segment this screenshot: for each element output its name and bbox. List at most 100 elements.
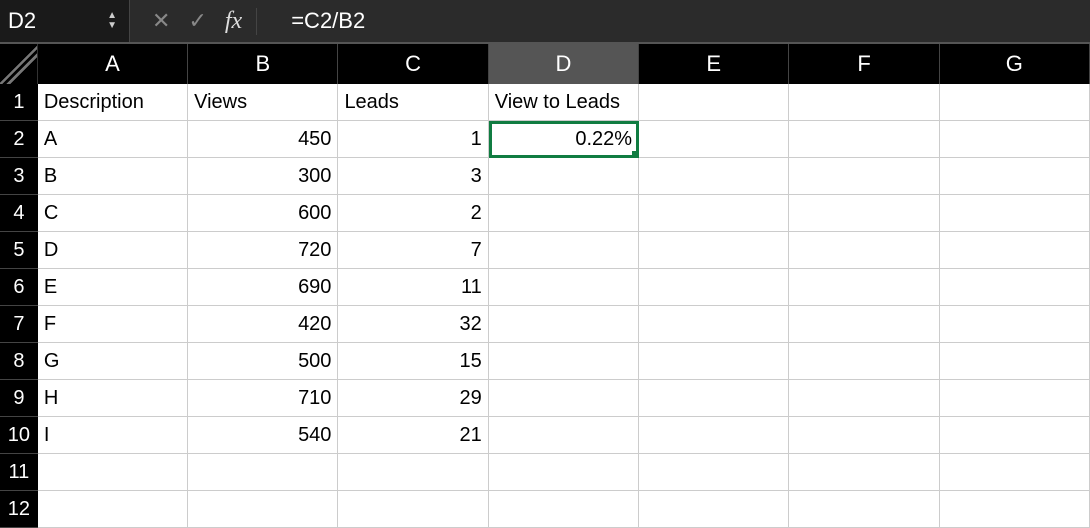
row-header-2[interactable]: 2 — [0, 121, 38, 158]
cell-D7[interactable] — [489, 306, 639, 343]
cell-G12[interactable] — [940, 491, 1090, 528]
row-header-10[interactable]: 10 — [0, 417, 38, 454]
cell-G11[interactable] — [940, 454, 1090, 491]
fx-icon[interactable]: fx — [225, 8, 257, 35]
cell-C7[interactable]: 32 — [338, 306, 488, 343]
cell-E9[interactable] — [639, 380, 789, 417]
cell-D11[interactable] — [489, 454, 639, 491]
cell-E3[interactable] — [639, 158, 789, 195]
cell-E8[interactable] — [639, 343, 789, 380]
cell-A11[interactable] — [38, 454, 188, 491]
cell-A4[interactable]: C — [38, 195, 188, 232]
cell-C4[interactable]: 2 — [338, 195, 488, 232]
column-header-G[interactable]: G — [940, 44, 1090, 84]
cell-F2[interactable] — [789, 121, 939, 158]
row-header-6[interactable]: 6 — [0, 269, 38, 306]
cell-D12[interactable] — [489, 491, 639, 528]
cell-B9[interactable]: 710 — [188, 380, 338, 417]
cell-D8[interactable] — [489, 343, 639, 380]
cell-B10[interactable]: 540 — [188, 417, 338, 454]
cell-E11[interactable] — [639, 454, 789, 491]
column-header-C[interactable]: C — [338, 44, 488, 84]
cell-E5[interactable] — [639, 232, 789, 269]
column-header-D[interactable]: D — [489, 44, 639, 84]
cell-A12[interactable] — [38, 491, 188, 528]
cell-G6[interactable] — [940, 269, 1090, 306]
cell-C10[interactable]: 21 — [338, 417, 488, 454]
cell-B1[interactable]: Views — [188, 84, 338, 121]
cell-A3[interactable]: B — [38, 158, 188, 195]
cell-F12[interactable] — [789, 491, 939, 528]
cell-E6[interactable] — [639, 269, 789, 306]
cell-C2[interactable]: 1 — [338, 121, 488, 158]
cell-B6[interactable]: 690 — [188, 269, 338, 306]
cell-C1[interactable]: Leads — [338, 84, 488, 121]
cell-F6[interactable] — [789, 269, 939, 306]
cell-F5[interactable] — [789, 232, 939, 269]
cell-B2[interactable]: 450 — [188, 121, 338, 158]
cell-A5[interactable]: D — [38, 232, 188, 269]
cell-F11[interactable] — [789, 454, 939, 491]
cell-F7[interactable] — [789, 306, 939, 343]
cell-G10[interactable] — [940, 417, 1090, 454]
cell-A9[interactable]: H — [38, 380, 188, 417]
cell-F4[interactable] — [789, 195, 939, 232]
cell-reference-box[interactable]: D2 ▲ ▼ — [0, 0, 130, 42]
cell-G8[interactable] — [940, 343, 1090, 380]
row-header-12[interactable]: 12 — [0, 491, 38, 528]
cell-E7[interactable] — [639, 306, 789, 343]
select-all-corner[interactable] — [0, 44, 38, 84]
cell-G2[interactable] — [940, 121, 1090, 158]
cell-G5[interactable] — [940, 232, 1090, 269]
stepper-down-icon[interactable]: ▼ — [107, 21, 117, 31]
row-header-4[interactable]: 4 — [0, 195, 38, 232]
cell-C11[interactable] — [338, 454, 488, 491]
row-header-5[interactable]: 5 — [0, 232, 38, 269]
cell-ref-stepper[interactable]: ▲ ▼ — [107, 11, 117, 31]
cell-D4[interactable] — [489, 195, 639, 232]
cell-C3[interactable]: 3 — [338, 158, 488, 195]
cell-G7[interactable] — [940, 306, 1090, 343]
confirm-icon[interactable]: ✓ — [188, 8, 206, 34]
cell-D1[interactable]: View to Leads — [489, 84, 639, 121]
cell-A7[interactable]: F — [38, 306, 188, 343]
row-header-11[interactable]: 11 — [0, 454, 38, 491]
cell-B3[interactable]: 300 — [188, 158, 338, 195]
row-header-9[interactable]: 9 — [0, 380, 38, 417]
cell-A8[interactable]: G — [38, 343, 188, 380]
cancel-icon[interactable]: ✕ — [152, 8, 170, 34]
cell-C5[interactable]: 7 — [338, 232, 488, 269]
column-header-E[interactable]: E — [639, 44, 789, 84]
cell-C6[interactable]: 11 — [338, 269, 488, 306]
cell-B8[interactable]: 500 — [188, 343, 338, 380]
cell-A2[interactable]: A — [38, 121, 188, 158]
row-header-8[interactable]: 8 — [0, 343, 38, 380]
cell-D10[interactable] — [489, 417, 639, 454]
cell-G1[interactable] — [940, 84, 1090, 121]
cell-D2[interactable]: 0.22% — [489, 121, 639, 158]
cell-B11[interactable] — [188, 454, 338, 491]
cell-D5[interactable] — [489, 232, 639, 269]
cell-F3[interactable] — [789, 158, 939, 195]
row-header-3[interactable]: 3 — [0, 158, 38, 195]
cell-E4[interactable] — [639, 195, 789, 232]
cell-E10[interactable] — [639, 417, 789, 454]
cell-F10[interactable] — [789, 417, 939, 454]
cell-D9[interactable] — [489, 380, 639, 417]
cell-F1[interactable] — [789, 84, 939, 121]
cell-A6[interactable]: E — [38, 269, 188, 306]
column-header-A[interactable]: A — [38, 44, 188, 84]
cell-C9[interactable]: 29 — [338, 380, 488, 417]
cell-D6[interactable] — [489, 269, 639, 306]
cell-C12[interactable] — [338, 491, 488, 528]
cell-B12[interactable] — [188, 491, 338, 528]
cell-E2[interactable] — [639, 121, 789, 158]
column-header-B[interactable]: B — [188, 44, 338, 84]
column-header-F[interactable]: F — [789, 44, 939, 84]
cell-A1[interactable]: Description — [38, 84, 188, 121]
cell-G3[interactable] — [940, 158, 1090, 195]
cell-A10[interactable]: I — [38, 417, 188, 454]
cell-B7[interactable]: 420 — [188, 306, 338, 343]
formula-input[interactable]: =C2/B2 — [279, 0, 1090, 42]
cell-B5[interactable]: 720 — [188, 232, 338, 269]
